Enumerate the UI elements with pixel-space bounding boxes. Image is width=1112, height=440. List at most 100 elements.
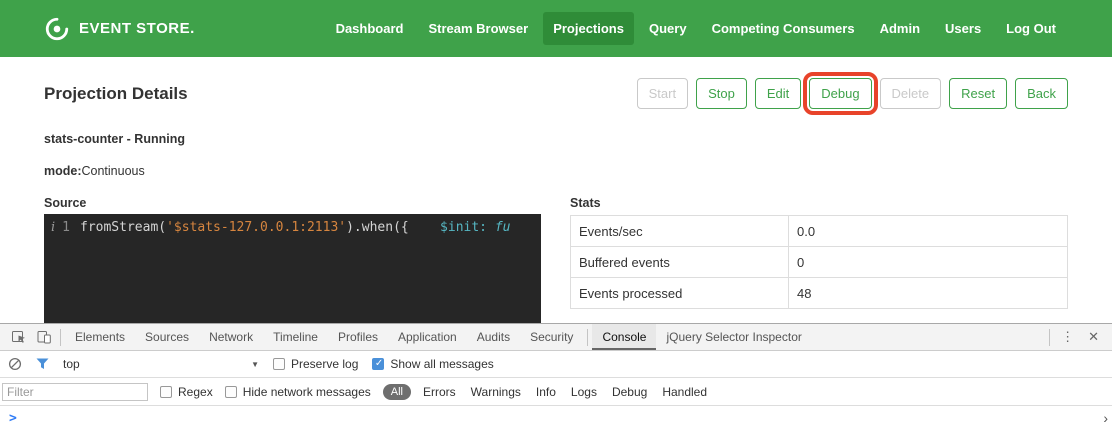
source-heading: Source [44,196,86,210]
mode-value: Continuous [82,164,145,178]
tab-audits[interactable]: Audits [467,324,520,350]
device-toolbar-icon[interactable] [31,324,56,350]
tab-security[interactable]: Security [520,324,583,350]
mode-label: mode: [44,164,82,178]
brand-logo[interactable]: EVENT STORE. [44,16,195,42]
nav-item-projections[interactable]: Projections [543,12,634,45]
console-filter-bar: Regex Hide network messages All Errors W… [0,378,1112,406]
code-token-keyword: fu [487,220,510,235]
nav-item-log-out[interactable]: Log Out [996,12,1066,45]
level-filter-logs[interactable]: Logs [571,385,597,399]
line-number: 1 [62,218,70,237]
tab-console[interactable]: Console [592,324,656,350]
hide-network-messages-checkbox[interactable] [225,386,237,398]
tab-timeline[interactable]: Timeline [263,324,328,350]
devtools-panel: Elements Sources Network Timeline Profil… [0,323,1112,440]
level-filter-handled[interactable]: Handled [662,385,707,399]
tab-network[interactable]: Network [199,324,263,350]
page-title: Projection Details [44,84,188,104]
brand-name: EVENT STORE. [79,20,195,37]
table-row: Events processed 48 [571,278,1068,309]
chevron-right-icon[interactable]: › [1103,410,1108,426]
stat-label: Buffered events [571,247,789,278]
level-filter-warnings[interactable]: Warnings [471,385,521,399]
inspect-element-icon[interactable] [6,324,31,350]
overflow-menu-icon[interactable]: ⋮ [1054,329,1081,345]
top-nav: EVENT STORE. Dashboard Stream Browser Pr… [0,0,1112,57]
stat-label: Events/sec [571,216,789,247]
nav-item-competing-consumers[interactable]: Competing Consumers [702,12,865,45]
filter-input[interactable] [2,383,148,401]
devtools-tab-bar: Elements Sources Network Timeline Profil… [0,324,1112,351]
event-store-logo-icon [44,16,70,42]
frame-selector-value: top [63,357,80,371]
table-row: Events/sec 0.0 [571,216,1068,247]
regex-option: Regex [160,385,213,399]
reset-button[interactable]: Reset [949,78,1007,109]
frame-selector[interactable]: top ▼ [63,357,259,371]
tab-sources[interactable]: Sources [135,324,199,350]
preserve-log-option: Preserve log [273,357,358,371]
code-token-plain: ).when({ [346,220,409,235]
projection-status: stats-counter - Running [44,132,185,146]
stat-value: 0.0 [789,216,1068,247]
show-all-messages-label[interactable]: Show all messages [390,357,493,371]
nav-item-dashboard[interactable]: Dashboard [326,12,414,45]
stat-value: 0 [789,247,1068,278]
projection-mode: mode:Continuous [44,164,145,178]
delete-button[interactable]: Delete [880,78,942,109]
regex-label[interactable]: Regex [178,385,213,399]
show-all-messages-option: Show all messages [372,357,493,371]
nav-item-query[interactable]: Query [639,12,697,45]
stats-heading: Stats [570,196,601,210]
page-content: Projection Details Start Stop Edit Debug… [0,57,1112,323]
debug-button[interactable]: Debug [809,78,871,109]
stop-button[interactable]: Stop [696,78,747,109]
level-filter-info[interactable]: Info [536,385,556,399]
chevron-down-icon: ▼ [251,360,259,369]
nav-items: Dashboard Stream Browser Projections Que… [326,12,1066,45]
level-filters: Errors Warnings Info Logs Debug Handled [423,385,707,399]
table-row: Buffered events 0 [571,247,1068,278]
nav-item-users[interactable]: Users [935,12,991,45]
tab-application[interactable]: Application [388,324,467,350]
code-token-plain: fromStream( [80,220,166,235]
back-button[interactable]: Back [1015,78,1068,109]
stats-table: Events/sec 0.0 Buffered events 0 Events … [570,215,1068,309]
hide-network-messages-option: Hide network messages [225,385,371,399]
stat-label: Events processed [571,278,789,309]
edit-button[interactable]: Edit [755,78,801,109]
tab-jquery-selector-inspector[interactable]: jQuery Selector Inspector [656,324,811,350]
preserve-log-label[interactable]: Preserve log [291,357,358,371]
level-filter-all[interactable]: All [383,384,411,400]
regex-checkbox[interactable] [160,386,172,398]
divider [60,329,61,346]
console-input-area[interactable]: > › [0,406,1112,440]
gutter-info-icon: i [51,218,55,237]
code-token-whitespace [409,220,440,235]
code-token-string: '$stats-127.0.0.1:2113' [166,220,346,235]
console-prompt-icon: > [9,411,17,426]
level-filter-errors[interactable]: Errors [423,385,456,399]
code-text: fromStream('$stats-127.0.0.1:2113').when… [80,218,511,237]
clear-console-icon[interactable] [8,357,22,371]
close-icon[interactable]: ✕ [1081,329,1106,345]
hide-network-messages-label[interactable]: Hide network messages [243,385,371,399]
code-editor[interactable]: i1 fromStream('$stats-127.0.0.1:2113').w… [44,214,541,323]
filter-funnel-icon[interactable] [36,358,49,370]
preserve-log-checkbox[interactable] [273,358,285,370]
console-toolbar: top ▼ Preserve log Show all messages [0,351,1112,378]
code-line: i1 fromStream('$stats-127.0.0.1:2113').w… [44,214,541,237]
code-token-keyword: $init: [440,220,487,235]
stat-value: 48 [789,278,1068,309]
divider [1049,329,1050,346]
start-button[interactable]: Start [637,78,688,109]
nav-item-admin[interactable]: Admin [870,12,930,45]
editor-gutter: i1 [44,218,80,237]
tab-profiles[interactable]: Profiles [328,324,388,350]
show-all-messages-checkbox[interactable] [372,358,384,370]
divider [587,329,588,346]
nav-item-stream-browser[interactable]: Stream Browser [418,12,538,45]
level-filter-debug[interactable]: Debug [612,385,647,399]
tab-elements[interactable]: Elements [65,324,135,350]
